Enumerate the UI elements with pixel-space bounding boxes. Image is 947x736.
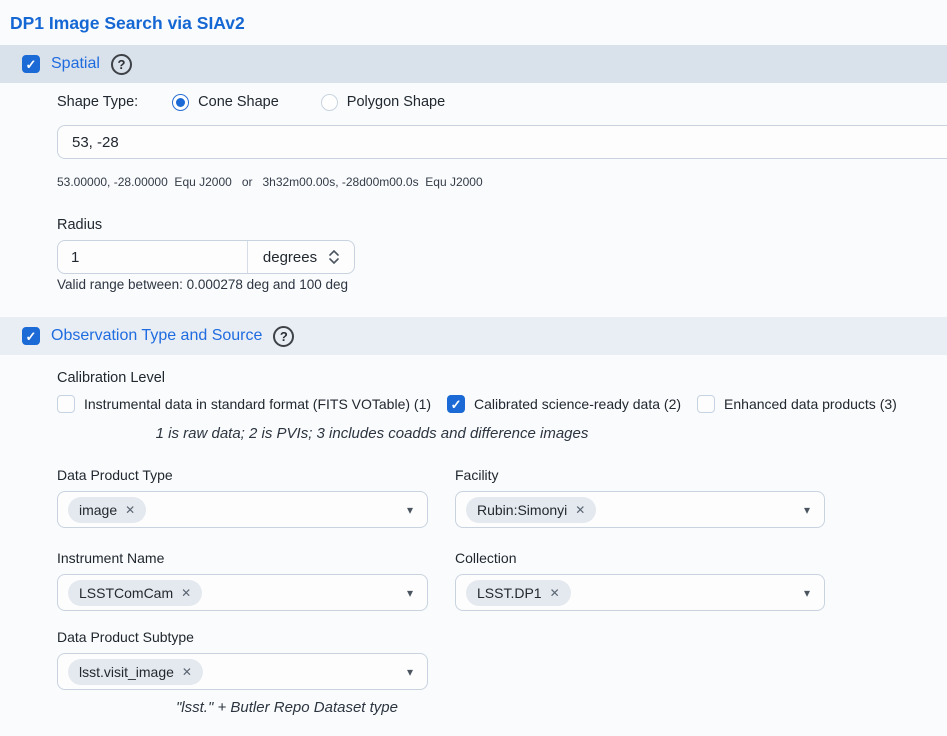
chevron-down-icon[interactable]: ▾	[804, 504, 810, 516]
fields-row-3: Data Product Subtype lsst.visit_image ✕ …	[57, 629, 947, 690]
page-title: DP1 Image Search via SIAv2	[0, 0, 947, 45]
field-label: Collection	[455, 550, 825, 567]
radius-unit-select[interactable]: degrees	[248, 241, 354, 273]
radius-control: degrees	[57, 240, 355, 274]
spatial-section-header: ✓ Spatial ?	[0, 45, 947, 83]
chip-remove-icon[interactable]: ✕	[575, 504, 585, 516]
shape-type-row: Shape Type: Cone Shape Polygon Shape	[57, 91, 947, 113]
position-hint: 53.00000, -28.00000 Equ J2000 or 3h32m00…	[57, 175, 947, 190]
chip-label: LSST.DP1	[477, 585, 542, 601]
check-icon: ✓	[26, 58, 37, 71]
check-icon: ✓	[26, 330, 37, 343]
selected-chip: LSSTComCam ✕	[68, 580, 202, 606]
chip-label: image	[79, 502, 117, 518]
radius-unit-value: degrees	[263, 249, 317, 266]
question-mark-icon: ?	[117, 57, 125, 72]
collection-select[interactable]: LSST.DP1 ✕ ▾	[455, 574, 825, 611]
radius-valid-range-hint: Valid range between: 0.000278 deg and 10…	[57, 277, 947, 294]
calibration-option-1-label: Instrumental data in standard format (FI…	[84, 396, 431, 412]
radio-on-icon[interactable]	[172, 94, 189, 111]
help-icon[interactable]: ?	[111, 54, 132, 75]
field-label: Data Product Type	[57, 467, 428, 484]
radius-input[interactable]	[58, 241, 248, 273]
shape-type-label: Shape Type:	[57, 94, 138, 110]
checkbox-checked-icon[interactable]: ✓	[447, 395, 465, 413]
radio-polygon-shape-label: Polygon Shape	[347, 94, 445, 110]
facility-select[interactable]: Rubin:Simonyi ✕ ▾	[455, 491, 825, 528]
field-label: Data Product Subtype	[57, 629, 428, 646]
data-product-subtype-select[interactable]: lsst.visit_image ✕ ▾	[57, 653, 428, 690]
chevron-down-icon[interactable]: ▾	[407, 587, 413, 599]
selected-chip: lsst.visit_image ✕	[68, 659, 203, 685]
calibration-option-3-label: Enhanced data products (3)	[724, 396, 897, 412]
selected-chip: image ✕	[68, 497, 146, 523]
spatial-checkbox[interactable]: ✓	[22, 55, 40, 73]
radio-cone-shape[interactable]: Cone Shape	[172, 94, 279, 111]
chip-label: Rubin:Simonyi	[477, 502, 567, 518]
field-facility: Facility Rubin:Simonyi ✕ ▾	[455, 467, 825, 528]
instrument-name-select[interactable]: LSSTComCam ✕ ▾	[57, 574, 428, 611]
calibration-options-row: Instrumental data in standard format (FI…	[57, 394, 947, 414]
fields-row-1: Data Product Type image ✕ ▾ Facility Rub…	[57, 467, 947, 528]
chip-remove-icon[interactable]: ✕	[181, 587, 191, 599]
chip-remove-icon[interactable]: ✕	[182, 666, 192, 678]
observation-section-header: ✓ Observation Type and Source ?	[0, 317, 947, 355]
calibration-option-2[interactable]: ✓ Calibrated science-ready data (2)	[447, 395, 681, 413]
chevron-down-icon[interactable]: ▾	[804, 587, 810, 599]
calibration-level-label: Calibration Level	[57, 370, 947, 388]
position-input[interactable]	[57, 125, 947, 159]
check-icon: ✓	[451, 398, 462, 411]
field-label: Facility	[455, 467, 825, 484]
field-instrument-name: Instrument Name LSSTComCam ✕ ▾	[57, 550, 428, 611]
calibration-option-2-label: Calibrated science-ready data (2)	[474, 396, 681, 412]
observation-section-label[interactable]: Observation Type and Source	[51, 327, 262, 345]
radio-off-icon[interactable]	[321, 94, 338, 111]
observation-checkbox[interactable]: ✓	[22, 327, 40, 345]
checkbox-unchecked-icon[interactable]	[57, 395, 75, 413]
calibration-hint: 1 is raw data; 2 is PVIs; 3 includes coa…	[57, 425, 687, 443]
field-data-product-subtype: Data Product Subtype lsst.visit_image ✕ …	[57, 629, 428, 690]
chip-label: LSSTComCam	[79, 585, 173, 601]
spatial-section-label[interactable]: Spatial	[51, 55, 100, 73]
data-product-type-select[interactable]: image ✕ ▾	[57, 491, 428, 528]
help-icon[interactable]: ?	[273, 326, 294, 347]
selected-chip: Rubin:Simonyi ✕	[466, 497, 596, 523]
fields-row-2: Instrument Name LSSTComCam ✕ ▾ Collectio…	[57, 550, 947, 611]
radius-label: Radius	[57, 217, 947, 235]
checkbox-unchecked-icon[interactable]	[697, 395, 715, 413]
calibration-option-3[interactable]: Enhanced data products (3)	[697, 395, 897, 413]
field-label: Instrument Name	[57, 550, 428, 567]
chip-label: lsst.visit_image	[79, 664, 174, 680]
radio-polygon-shape[interactable]: Polygon Shape	[321, 94, 445, 111]
stepper-updown-icon[interactable]	[329, 250, 339, 264]
selected-chip: LSST.DP1 ✕	[466, 580, 571, 606]
chevron-down-icon[interactable]: ▾	[407, 504, 413, 516]
chip-remove-icon[interactable]: ✕	[125, 504, 135, 516]
calibration-option-1[interactable]: Instrumental data in standard format (FI…	[57, 395, 431, 413]
subtype-hint: "lsst." + Butler Repo Dataset type	[57, 699, 517, 716]
field-collection: Collection LSST.DP1 ✕ ▾	[455, 550, 825, 611]
field-data-product-type: Data Product Type image ✕ ▾	[57, 467, 428, 528]
question-mark-icon: ?	[280, 329, 288, 344]
radio-cone-shape-label: Cone Shape	[198, 94, 279, 110]
chevron-down-icon[interactable]: ▾	[407, 666, 413, 678]
chip-remove-icon[interactable]: ✕	[550, 587, 560, 599]
